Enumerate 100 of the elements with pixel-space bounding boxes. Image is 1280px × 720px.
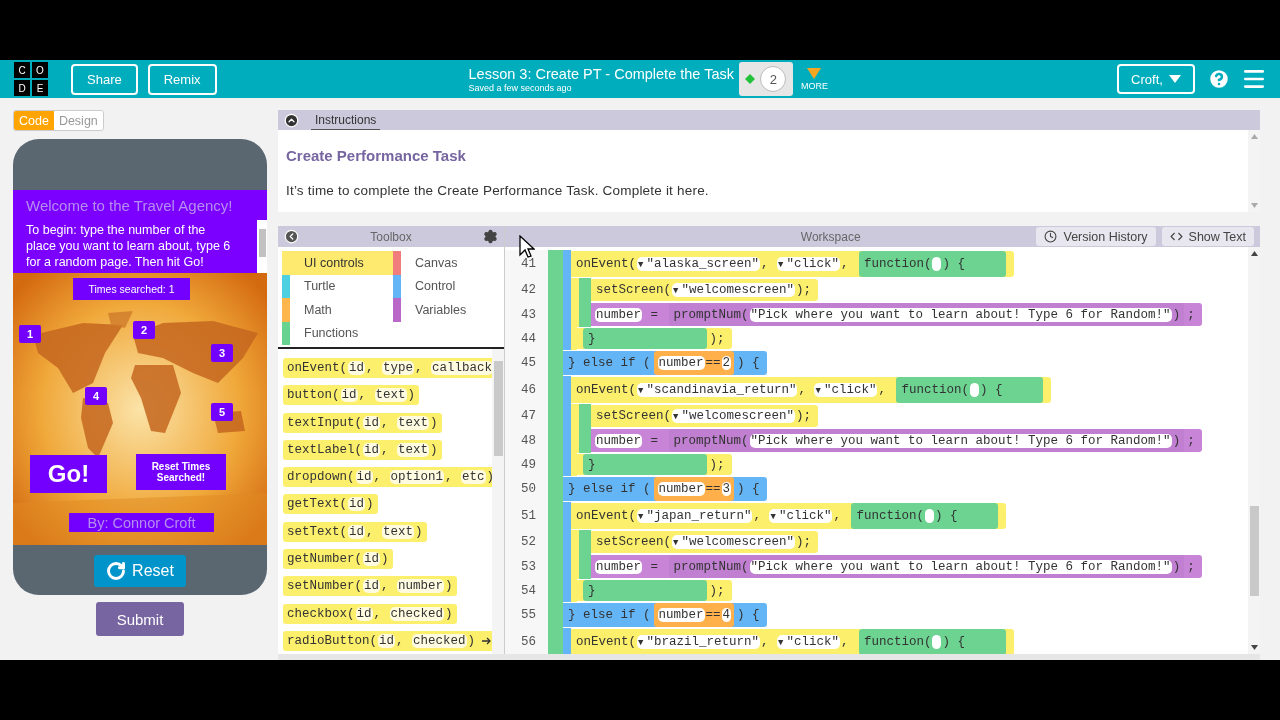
param-slot[interactable]: [924, 509, 934, 523]
code-block[interactable]: } else if ( number == 2 ) {: [563, 351, 767, 375]
code-text: function(: [900, 383, 970, 397]
dropdown-slot[interactable]: ▼ "japan_return": [637, 509, 753, 523]
param-slot[interactable]: [932, 635, 942, 649]
value-slot[interactable]: number: [657, 356, 705, 370]
category-item[interactable]: Canvas: [393, 251, 504, 275]
back-icon[interactable]: [284, 229, 299, 244]
line-number: 52: [505, 530, 548, 554]
help-icon[interactable]: [1207, 67, 1231, 91]
dropdown-slot[interactable]: ▼ "scandinavia_return": [637, 383, 798, 397]
code-text: );: [708, 583, 726, 598]
code-text: ;: [1186, 433, 1196, 448]
dropdown-slot[interactable]: ▼ "welcomescreen": [672, 409, 795, 423]
code-block[interactable]: } );: [577, 454, 732, 475]
dropdown-slot[interactable]: ▼ "alaska_screen": [637, 257, 760, 271]
code-block[interactable]: onEvent( ▼ "japan_return" , ▼ "click" , function( ) {: [571, 503, 1007, 529]
scroll-thumb[interactable]: [1249, 505, 1259, 596]
value-slot[interactable]: number: [595, 307, 642, 322]
category-label: Math: [304, 302, 332, 317]
code-block[interactable]: setScreen( ▼ "welcomescreen" );: [591, 405, 818, 427]
code-block[interactable]: number = promptNum( "Pick where you want to learn about! Type 6 for Random!" ) ;: [591, 555, 1202, 578]
value-slot[interactable]: number: [657, 482, 705, 496]
param-slot[interactable]: [969, 383, 979, 397]
scroll-down-icon[interactable]: [1250, 645, 1258, 650]
map-marker[interactable]: 2: [133, 321, 155, 339]
dropdown-slot[interactable]: ▼ "click": [769, 509, 833, 523]
code-block[interactable]: radioButton( id , checked ): [283, 630, 492, 651]
category-item[interactable]: Control: [393, 274, 504, 298]
map-marker[interactable]: 1: [19, 325, 41, 343]
param-slot: text: [382, 524, 415, 539]
value-slot[interactable]: 3: [721, 482, 732, 496]
map-marker[interactable]: 5: [211, 403, 233, 421]
code-block[interactable]: checkbox( id , checked ): [283, 603, 457, 624]
category-item[interactable]: Math: [282, 298, 393, 322]
param-slot: id: [363, 579, 381, 594]
code-block[interactable]: textInput( id , text ): [283, 412, 442, 433]
value-slot[interactable]: "Pick where you want to learn about! Type 6 for Random!": [749, 307, 1172, 322]
code-block[interactable]: onEvent( id , type , callback: [283, 358, 492, 378]
reset-count-button[interactable]: Reset Times Searched!: [136, 454, 226, 490]
code-block[interactable]: onEvent( ▼ "alaska_screen" , ▼ "click" , function( ) {: [571, 251, 1014, 277]
value-slot[interactable]: "Pick where you want to learn about! Type 6 for Random!": [749, 559, 1172, 574]
code-block[interactable]: getNumber( id ): [283, 549, 393, 570]
code-block[interactable]: setText( id , text ): [283, 521, 427, 542]
value-slot[interactable]: number: [657, 608, 705, 622]
category-item[interactable]: Variables: [393, 298, 504, 322]
code-block[interactable]: onEvent( ▼ "brazil_return" , ▼ "click" , function( ) {: [571, 629, 1014, 654]
code-block[interactable]: dropdown( id , option1 , etc ): [283, 467, 492, 488]
go-button[interactable]: Go!: [30, 455, 107, 493]
value-slot[interactable]: 4: [721, 608, 732, 622]
code-block[interactable]: setScreen( ▼ "welcomescreen" );: [591, 531, 818, 553]
map-marker[interactable]: 3: [211, 344, 233, 362]
dropdown-slot[interactable]: ▼ "welcomescreen": [672, 283, 795, 297]
code-block[interactable]: button( id , text ): [283, 385, 420, 406]
value-slot[interactable]: number: [595, 433, 642, 448]
toolbox-title: Toolbox: [369, 229, 413, 244]
code-block[interactable]: setNumber( id , number ): [283, 576, 457, 597]
settings-icon[interactable]: [483, 229, 498, 244]
category-item[interactable]: Turtle: [282, 274, 393, 298]
code-text: promptNum(: [672, 433, 750, 448]
code-text: onEvent(: [575, 383, 637, 397]
value-slot[interactable]: 2: [721, 356, 732, 370]
scroll-thumb[interactable]: [258, 229, 266, 257]
dropdown-slot[interactable]: ▼ "click": [776, 635, 840, 649]
scroll-up-icon[interactable]: [1250, 251, 1258, 256]
code-text: promptNum(: [672, 307, 750, 322]
collapse-icon[interactable]: [284, 112, 299, 128]
code-block[interactable]: getText( id ): [283, 494, 378, 515]
value-slot[interactable]: "Pick where you want to learn about! Type 6 for Random!": [749, 433, 1172, 448]
value-slot[interactable]: number: [595, 559, 642, 574]
version-history-button[interactable]: Version History: [1036, 227, 1156, 246]
submit-button[interactable]: Submit: [96, 602, 184, 636]
code-block[interactable]: } );: [577, 580, 732, 601]
block-name: button(: [286, 388, 341, 403]
category-item[interactable]: Functions: [282, 321, 393, 345]
param-slot[interactable]: [932, 257, 942, 271]
scroll-thumb[interactable]: [493, 361, 503, 456]
dropdown-slot[interactable]: ▼ "brazil_return": [637, 635, 760, 649]
line-number: 42: [505, 278, 548, 302]
progress-box[interactable]: 2: [739, 62, 793, 96]
code-block[interactable]: } );: [577, 328, 732, 349]
category-item[interactable]: UI controls: [282, 251, 393, 275]
code-block[interactable]: textLabel( id , text ): [283, 439, 442, 460]
block-name: setText(: [286, 524, 348, 539]
map-marker[interactable]: 4: [85, 387, 107, 405]
code-block[interactable]: onEvent( ▼ "scandinavia_return" , ▼ "click" , function( ) {: [571, 377, 1052, 403]
dropdown-slot[interactable]: ▼ "click": [776, 257, 840, 271]
code-block[interactable]: } else if ( number == 3 ) {: [563, 477, 767, 501]
code-block[interactable]: number = promptNum( "Pick where you want to learn about! Type 6 for Random!" ) ;: [591, 303, 1202, 326]
code-block[interactable]: number = promptNum( "Pick where you want to learn about! Type 6 for Random!" ) ;: [591, 429, 1202, 452]
dropdown-slot[interactable]: ▼ "click": [814, 383, 878, 397]
level-bubble[interactable]: 2: [760, 66, 787, 92]
line-number: 56: [505, 628, 548, 654]
code-block[interactable]: setScreen( ▼ "welcomescreen" );: [591, 279, 818, 301]
logo[interactable]: C O D E: [14, 62, 48, 96]
triangle-icon: [807, 67, 822, 79]
code-block[interactable]: } else if ( number == 4 ) {: [563, 603, 767, 627]
dropdown-slot[interactable]: ▼ "welcomescreen": [672, 535, 795, 549]
logo-letter: C: [14, 62, 30, 78]
show-text-button[interactable]: Show Text: [1161, 227, 1254, 246]
